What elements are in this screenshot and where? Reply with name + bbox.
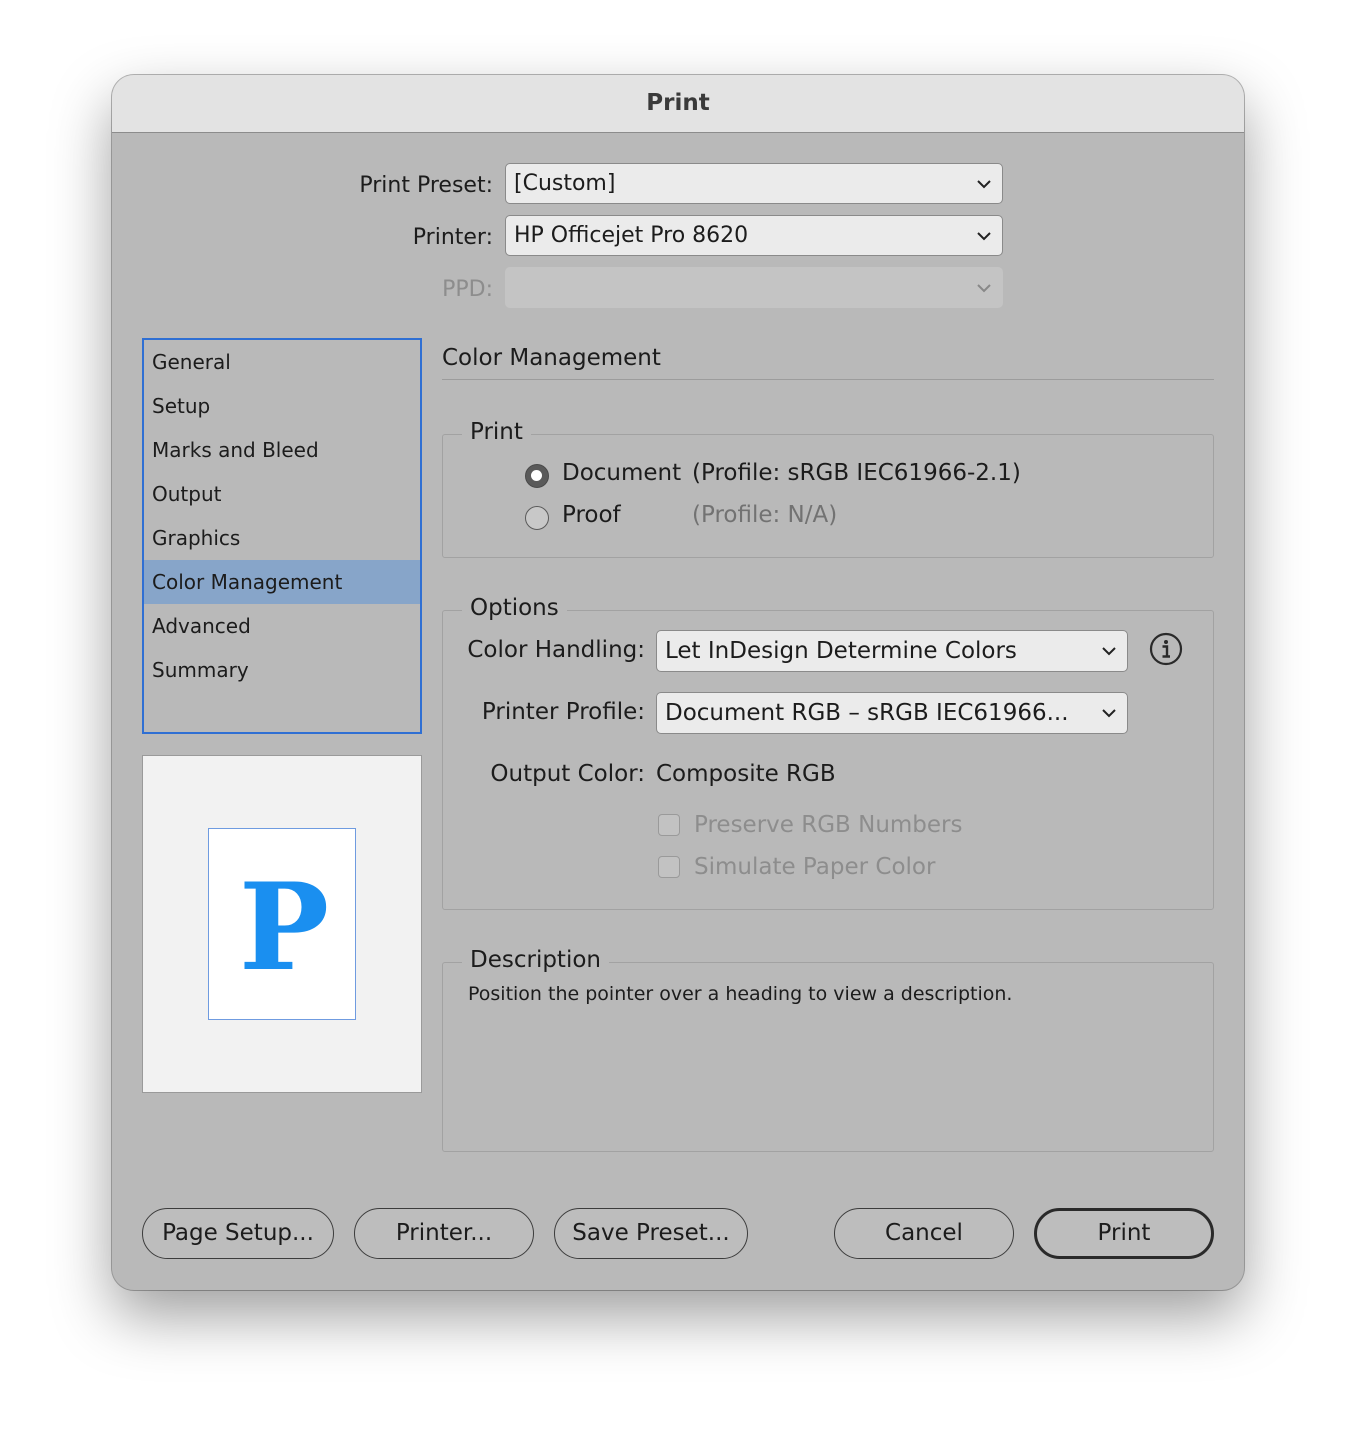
printer-button[interactable]: Printer... [354,1208,534,1259]
ppd-select[interactable] [505,267,1003,308]
document-radio[interactable] [525,464,549,488]
proof-profile-text: (Profile: N/A) [692,502,838,528]
preserve-rgb-checkbox[interactable] [658,814,680,836]
chevron-down-icon [977,283,991,292]
simulate-paper-label[interactable]: Simulate Paper Color [694,854,935,880]
sidebar-item-setup[interactable]: Setup [144,384,420,428]
print-preset-select[interactable]: [Custom] [505,163,1003,204]
chevron-down-icon [977,179,991,188]
print-group-legend: Print [462,419,531,445]
sidebar-item-color-management[interactable]: Color Management [144,560,420,604]
sidebar-item-label: Graphics [152,526,241,550]
proof-radio[interactable] [525,506,549,530]
section-title: Color Management [442,345,661,371]
category-list: General Setup Marks and Bleed Output Gra… [142,338,422,734]
ppd-label: PPD: [442,277,493,302]
page-preview: P [142,755,422,1093]
print-button[interactable]: Print [1034,1208,1214,1259]
sidebar-item-label: General [152,350,231,374]
sidebar-item-graphics[interactable]: Graphics [144,516,420,560]
sidebar-item-label: Advanced [152,614,251,638]
output-color-label: Output Color: [490,761,645,787]
description-group-legend: Description [462,947,609,973]
simulate-paper-checkbox[interactable] [658,856,680,878]
printer-profile-label: Printer Profile: [481,699,645,725]
sidebar-item-label: Color Management [152,570,343,594]
preview-page: P [208,828,356,1020]
print-dialog: Print Print Preset: [Custom] Printer: HP… [112,75,1244,1290]
preserve-rgb-label[interactable]: Preserve RGB Numbers [694,812,963,838]
preview-page-glyph: P [239,857,329,998]
sidebar-item-label: Marks and Bleed [152,438,319,462]
chevron-down-icon [1102,709,1116,718]
sidebar-item-marks-and-bleed[interactable]: Marks and Bleed [144,428,420,472]
save-preset-button[interactable]: Save Preset... [554,1208,748,1259]
printer-value: HP Officejet Pro 8620 [514,223,749,248]
proof-radio-label[interactable]: Proof [562,502,621,528]
sidebar-item-label: Setup [152,394,211,418]
printer-label: Printer: [412,225,493,250]
cancel-button[interactable]: Cancel [834,1208,1014,1259]
print-preset-value: [Custom] [514,171,616,196]
sidebar-item-label: Summary [152,658,249,682]
description-text: Position the pointer over a heading to v… [468,983,1013,1005]
window-title: Print [112,75,1244,133]
sidebar-item-output[interactable]: Output [144,472,420,516]
document-radio-label[interactable]: Document [562,460,681,486]
sidebar-item-general[interactable]: General [144,340,420,384]
options-group-legend: Options [462,595,567,621]
sidebar-item-label: Output [152,482,222,506]
printer-select[interactable]: HP Officejet Pro 8620 [505,215,1003,256]
document-profile-text: (Profile: sRGB IEC61966-2.1) [692,460,1021,486]
printer-profile-select[interactable]: Document RGB – sRGB IEC61966... [656,692,1128,734]
color-handling-value: Let InDesign Determine Colors [665,638,1017,664]
chevron-down-icon [977,231,991,240]
svg-text:P: P [239,857,329,998]
print-preset-label: Print Preset: [359,173,493,198]
radio-dot [531,470,542,481]
page-setup-button[interactable]: Page Setup... [142,1208,334,1259]
info-icon[interactable] [1149,632,1183,666]
chevron-down-icon [1102,647,1116,656]
color-handling-select[interactable]: Let InDesign Determine Colors [656,630,1128,672]
printer-profile-value: Document RGB – sRGB IEC61966... [665,700,1069,726]
color-handling-label: Color Handling: [467,637,645,663]
sidebar-item-advanced[interactable]: Advanced [144,604,420,648]
output-color-value: Composite RGB [656,761,836,787]
print-group [442,434,1214,558]
sidebar-item-summary[interactable]: Summary [144,648,420,692]
section-divider [442,379,1214,380]
